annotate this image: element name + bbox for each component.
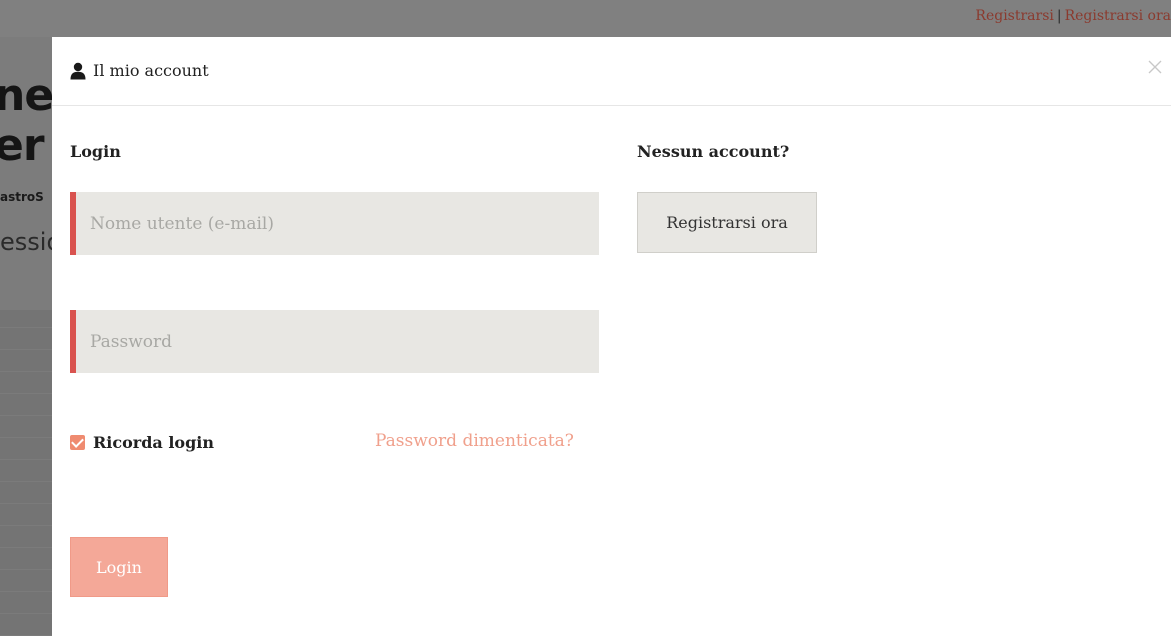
login-button[interactable]: Login [70, 537, 168, 597]
register-link[interactable]: Registrarsi [975, 8, 1053, 24]
register-now-button[interactable]: Registrarsi ora [637, 192, 817, 253]
remember-login-toggle[interactable]: Ricorda login [70, 433, 214, 452]
modal-title-text: Il mio account [93, 61, 209, 80]
login-section-title: Login [70, 142, 121, 161]
username-input[interactable] [76, 192, 599, 255]
no-account-section-title: Nessun account? [637, 142, 790, 161]
top-links: Registrarsi | Registrarsi ora [975, 8, 1171, 24]
top-links-separator: | [1056, 8, 1062, 24]
remember-login-label: Ricorda login [93, 433, 214, 452]
forgot-password-link[interactable]: Password dimenticata? [375, 431, 574, 451]
background-heading-line1: ne [0, 70, 54, 121]
password-input[interactable] [76, 310, 599, 373]
register-now-link[interactable]: Registrarsi ora [1065, 8, 1171, 24]
background-heading-line2: er [0, 120, 45, 171]
modal-title: Il mio account [70, 61, 209, 80]
remember-login-checkbox[interactable] [70, 435, 85, 450]
account-modal: Il mio account Login Nessun account? Reg… [52, 37, 1171, 636]
close-icon[interactable] [1147, 55, 1163, 79]
background-subtext: astroS [0, 190, 44, 204]
modal-header: Il mio account [52, 37, 1171, 106]
username-field-wrapper [70, 192, 599, 255]
page-background-image [0, 310, 52, 636]
password-field-wrapper [70, 310, 599, 373]
user-icon [70, 62, 86, 80]
